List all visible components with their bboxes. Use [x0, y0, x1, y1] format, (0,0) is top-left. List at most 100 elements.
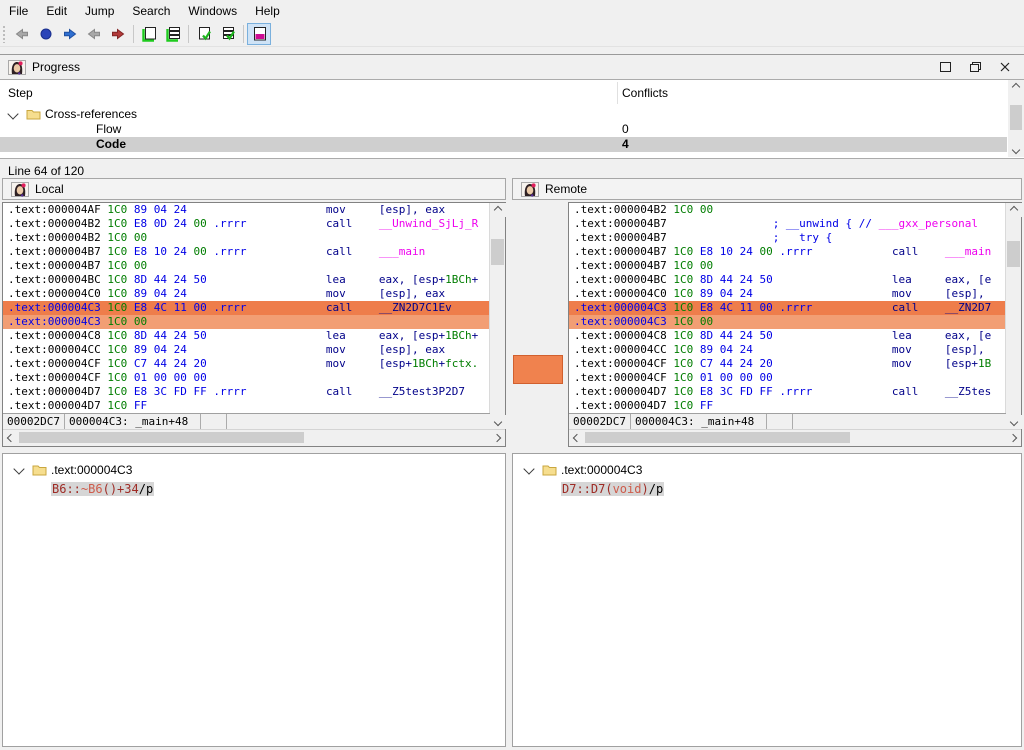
disasm-row[interactable]: .text:000004CF 1C0 C7 44 24 20 mov [esp+…	[574, 357, 1006, 371]
tree-row-code[interactable]: Code 4	[0, 137, 1007, 152]
doc-list-check-icon[interactable]	[216, 23, 240, 45]
scroll-left-button[interactable]	[569, 430, 585, 445]
progress-titlebar[interactable]: Progress	[0, 55, 1024, 79]
code-segment: 00	[700, 203, 713, 216]
disasm-row[interactable]: .text:000004B2 1C0 00	[574, 203, 1006, 217]
doc-left-icon[interactable]	[137, 23, 161, 45]
doc-list-icon[interactable]	[161, 23, 185, 45]
code-segment: .text:000004C8	[8, 329, 107, 342]
disasm-row[interactable]: .text:000004AF 1C0 89 04 24 mov [esp], e…	[8, 203, 490, 217]
disasm-row[interactable]: .text:000004B7 ; __unwind { // ___gxx_pe…	[574, 217, 1006, 231]
code-segment: .text:000004D7	[8, 399, 107, 412]
disasm-row[interactable]: .text:000004C3 1C0 E8 4C 11 00 .rrrr cal…	[569, 301, 1006, 315]
scroll-up-button[interactable]	[1008, 80, 1024, 94]
next-conflict-icon[interactable]	[106, 23, 130, 45]
disasm-row[interactable]: .text:000004CF 1C0 01 00 00 00	[8, 371, 490, 385]
menu-help[interactable]: Help	[246, 1, 289, 21]
disasm-row[interactable]: .text:000004B7 ; try {	[574, 231, 1006, 245]
menu-search[interactable]: Search	[123, 1, 179, 21]
scroll-right-button[interactable]	[1005, 430, 1021, 445]
menu-jump[interactable]: Jump	[76, 1, 123, 21]
menu-file[interactable]: File	[0, 1, 37, 21]
chevron-down-icon[interactable]	[7, 108, 18, 119]
code-segment	[187, 287, 326, 300]
disasm-row[interactable]: .text:000004C3 1C0 00	[3, 315, 490, 329]
code-segment: .rrrr	[213, 301, 246, 314]
scroll-up-button[interactable]	[490, 203, 506, 217]
disasm-row[interactable]: .text:000004C8 1C0 8D 44 24 50 lea eax, …	[574, 329, 1006, 343]
code-segment: [esp],	[945, 343, 991, 356]
vertical-scrollbar[interactable]	[1005, 203, 1021, 429]
tree-row-cross-references[interactable]: Cross-references	[0, 107, 1007, 122]
maximize-button[interactable]	[930, 57, 960, 77]
column-header-step[interactable]: Step	[8, 86, 33, 104]
code-segment	[773, 329, 892, 342]
disasm-row[interactable]: .text:000004C8 1C0 8D 44 24 50 lea eax, …	[8, 329, 490, 343]
disasm-row[interactable]: .text:000004CC 1C0 89 04 24 mov [esp],	[574, 343, 1006, 357]
menu-edit[interactable]: Edit	[37, 1, 76, 21]
status-cell-location: 000004C3: _main+48	[631, 414, 767, 429]
code-segment: 1C0	[107, 245, 134, 258]
disasm-row[interactable]: .text:000004B7 1C0 00	[8, 259, 490, 273]
disasm-row[interactable]: .text:000004D7 1C0 E8 3C FD FF .rrrr cal…	[574, 385, 1006, 399]
doc-check-icon[interactable]	[192, 23, 216, 45]
disasm-row[interactable]: .text:000004D7 1C0 FF	[8, 399, 490, 413]
code-segment: 01 00 00 00	[700, 371, 773, 384]
scroll-right-button[interactable]	[489, 430, 505, 445]
xref-item[interactable]: D7::D7(void)/p	[561, 481, 664, 497]
code-segment: E8 3C FD FF .rrrr	[700, 385, 813, 398]
disasm-row[interactable]: .text:000004BC 1C0 8D 44 24 50 lea eax, …	[8, 273, 490, 287]
xref-item[interactable]: B6::~B6()+34/p	[51, 481, 154, 497]
restore-button[interactable]	[960, 57, 990, 77]
disasm-row[interactable]: .text:000004D7 1C0 FF	[574, 399, 1006, 413]
scrollbar-thumb[interactable]	[585, 432, 850, 443]
code-segment: ~B6	[81, 482, 103, 496]
horizontal-scrollbar[interactable]	[3, 429, 505, 446]
disasm-row[interactable]: .text:000004B7 1C0 E8 10 24 00 .rrrr cal…	[8, 245, 490, 259]
code-segment	[667, 231, 773, 244]
scrollbar-thumb[interactable]	[1010, 105, 1022, 130]
scroll-up-button[interactable]	[1006, 203, 1022, 217]
disasm-row[interactable]: .text:000004B2 1C0 00	[8, 231, 490, 245]
merge-view-icon[interactable]	[247, 23, 271, 45]
code-segment: 1C0	[107, 385, 134, 398]
scrollbar-thumb[interactable]	[1007, 241, 1020, 267]
nav-back-icon[interactable]	[10, 23, 34, 45]
code-segment: 1C0	[107, 217, 134, 230]
scroll-down-button[interactable]	[490, 415, 506, 429]
disasm-row[interactable]: .text:000004C3 1C0 00	[569, 315, 1006, 329]
column-header-conflicts[interactable]: Conflicts	[622, 86, 668, 104]
local-pane-header[interactable]: Local	[2, 178, 506, 200]
scroll-left-button[interactable]	[3, 430, 19, 445]
current-position-icon[interactable]	[34, 23, 58, 45]
scroll-down-button[interactable]	[1008, 143, 1024, 157]
close-button[interactable]	[990, 57, 1020, 77]
toolbar-grip[interactable]	[2, 25, 7, 43]
disasm-row[interactable]: .text:000004C3 1C0 E8 4C 11 00 .rrrr cal…	[3, 301, 490, 315]
chevron-down-icon[interactable]	[523, 463, 534, 474]
disasm-row[interactable]: .text:000004B2 1C0 E8 0D 24 00 .rrrr cal…	[8, 217, 490, 231]
disasm-row[interactable]: .text:000004D7 1C0 E8 3C FD FF .rrrr cal…	[8, 385, 490, 399]
code-segment: +	[472, 329, 479, 342]
disasm-row[interactable]: .text:000004CF 1C0 C7 44 24 20 mov [esp+…	[8, 357, 490, 371]
scrollbar-thumb[interactable]	[491, 239, 504, 265]
chevron-down-icon[interactable]	[13, 463, 24, 474]
code-segment: 1C0	[673, 287, 700, 300]
disasm-row[interactable]: .text:000004CC 1C0 89 04 24 mov [esp], e…	[8, 343, 490, 357]
disasm-row[interactable]: .text:000004C0 1C0 89 04 24 mov [esp], e…	[8, 287, 490, 301]
nav-forward-icon[interactable]	[58, 23, 82, 45]
horizontal-scrollbar[interactable]	[569, 429, 1021, 446]
disasm-row[interactable]: .text:000004C0 1C0 89 04 24 mov [esp],	[574, 287, 1006, 301]
menu-windows[interactable]: Windows	[179, 1, 246, 21]
vertical-scrollbar[interactable]	[1008, 80, 1024, 157]
disasm-row[interactable]: .text:000004B7 1C0 E8 10 24 00 .rrrr cal…	[574, 245, 1006, 259]
disasm-row[interactable]: .text:000004CF 1C0 01 00 00 00	[574, 371, 1006, 385]
disasm-row[interactable]: .text:000004B7 1C0 00	[574, 259, 1006, 273]
disasm-row[interactable]: .text:000004BC 1C0 8D 44 24 50 lea eax, …	[574, 273, 1006, 287]
prev-conflict-icon[interactable]	[82, 23, 106, 45]
vertical-scrollbar[interactable]	[489, 203, 505, 429]
remote-pane-header[interactable]: Remote	[512, 178, 1022, 200]
scrollbar-thumb[interactable]	[19, 432, 304, 443]
tree-row-flow[interactable]: Flow 0	[0, 122, 1007, 137]
scroll-down-button[interactable]	[1006, 415, 1022, 429]
